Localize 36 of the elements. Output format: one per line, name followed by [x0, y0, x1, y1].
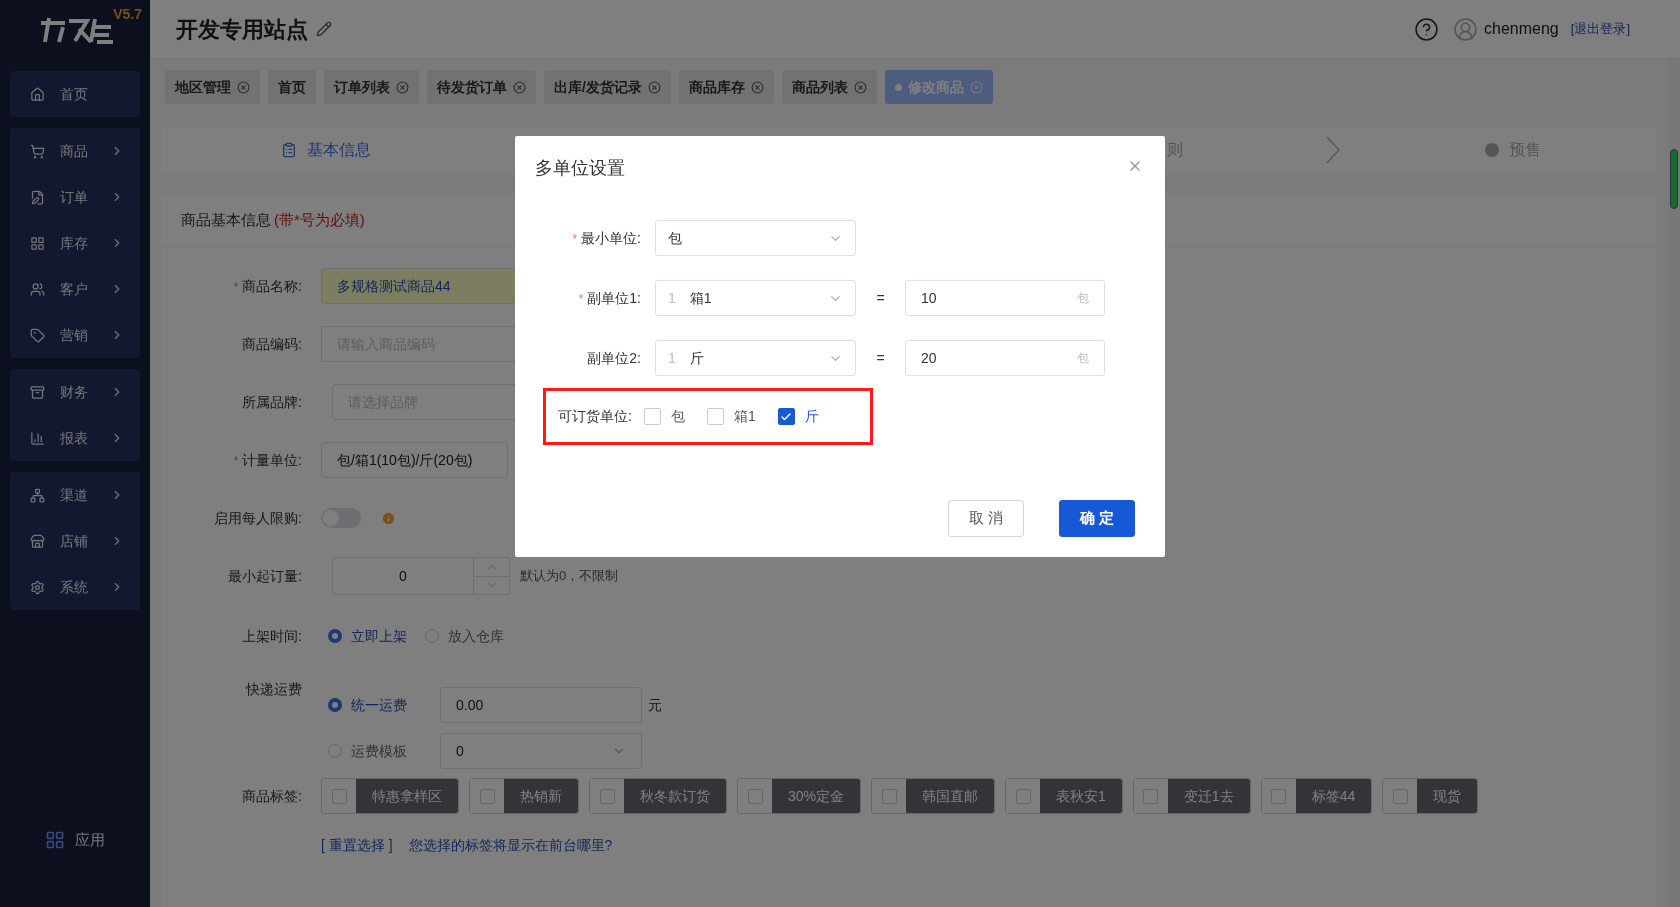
field-label: 副单位1:: [587, 289, 641, 306]
required-mark: *: [572, 231, 578, 246]
card-title: 商品基本信息: [181, 209, 271, 230]
username: chenmeng: [1484, 19, 1559, 39]
dialog-title: 多单位设置: [535, 156, 625, 180]
field-label: 最小起订量:: [228, 567, 302, 584]
required-mark: *: [233, 453, 239, 468]
field-label: 商品名称:: [242, 277, 302, 294]
field-label: 最小单位:: [581, 229, 641, 246]
field-label: 快递运费: [246, 681, 302, 697]
tag-label: 热销新: [504, 779, 578, 813]
required-mark: *: [233, 279, 239, 294]
field-label: 计量单位:: [242, 451, 302, 468]
unit-label: 元: [648, 695, 662, 715]
tag-label: 韩国直邮: [906, 779, 995, 813]
field-label: 副单位2:: [587, 349, 641, 366]
equals-sign: =: [875, 348, 886, 368]
tag-label: 现货: [1417, 779, 1478, 813]
field-label: 商品编码:: [242, 335, 302, 352]
tag-label: 表秋安1: [1040, 779, 1122, 813]
equals-sign: =: [875, 288, 886, 308]
field-label: 商品标签:: [242, 787, 302, 804]
site-title: 开发专用站点: [176, 15, 308, 44]
field-label: 所属品牌:: [242, 393, 302, 410]
hint-text: 默认为0，不限制: [520, 567, 619, 586]
required-mark: *: [578, 291, 584, 306]
tag-label: 秋冬款订货: [624, 779, 726, 813]
field-label: 上架时间:: [242, 627, 302, 644]
tag-label: 特惠拿样区: [356, 779, 458, 813]
required-note: (带*号为必填): [274, 209, 365, 230]
field-label: 可订货单位:: [558, 407, 632, 426]
field-label: 启用每人限购:: [214, 509, 302, 526]
tag-label: 标签44: [1295, 779, 1372, 813]
tag-label: 变迁1去: [1167, 779, 1250, 813]
version-label: V5.7: [113, 5, 142, 24]
tag-label: 30%定金: [772, 779, 861, 813]
